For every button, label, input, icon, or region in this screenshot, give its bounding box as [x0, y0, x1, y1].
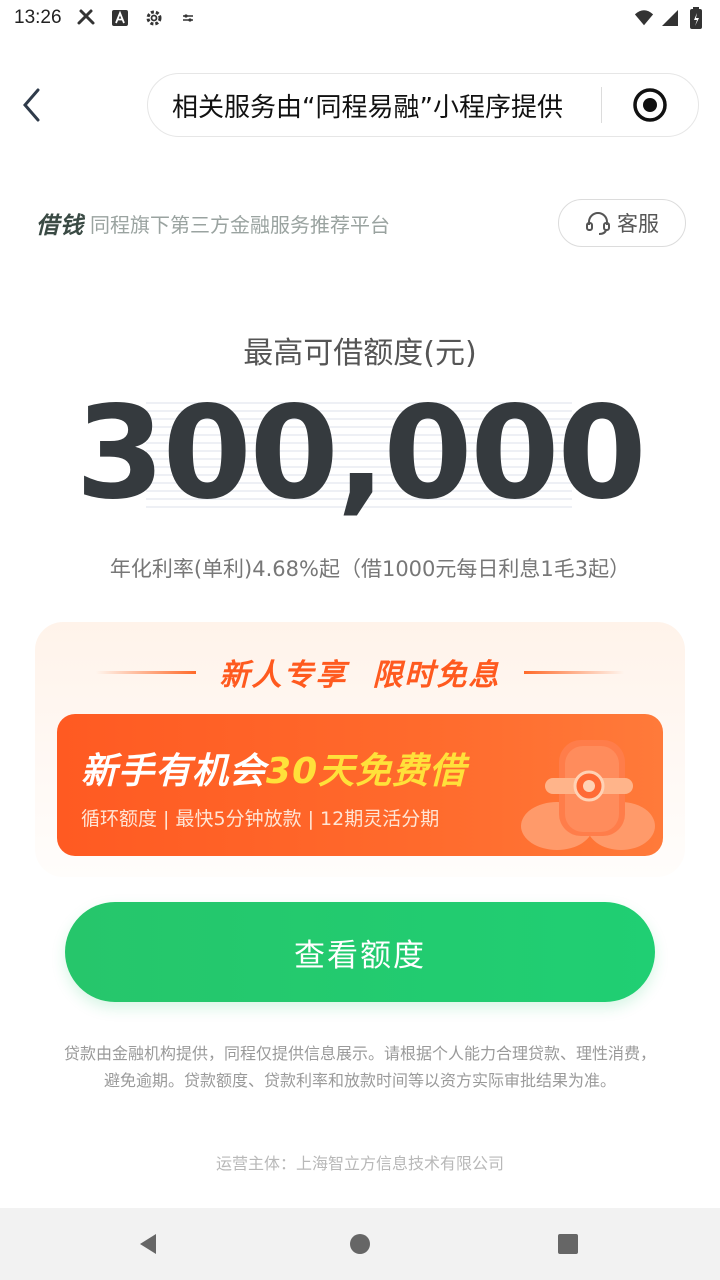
customer-service-button[interactable]: 客服	[558, 199, 686, 247]
wifi-icon	[634, 8, 654, 28]
status-bar: 13:26	[0, 0, 720, 36]
brand-logo: 借钱	[36, 213, 84, 239]
circle-home-icon	[350, 1234, 370, 1254]
disclaimer-text: 贷款由金融机构提供，同程仅提供信息展示。请根据个人能力合理贷款、理性消费，避免逾…	[63, 1044, 656, 1090]
tools-icon	[76, 8, 96, 28]
limit-amount: 300,000	[75, 379, 647, 528]
nav-back-button[interactable]	[108, 1208, 188, 1280]
top-bar: 相关服务由“同程易融”小程序提供	[0, 70, 720, 140]
a-icon	[110, 8, 130, 28]
target-icon	[633, 88, 667, 122]
signal-icon	[660, 8, 680, 28]
nav-recents-button[interactable]	[528, 1208, 608, 1280]
operator-text: 运营主体：上海智立方信息技术有限公司	[215, 1154, 504, 1173]
status-time: 13:26	[14, 7, 62, 28]
limit-title: 最高可借额度(元)	[243, 336, 477, 371]
nav-home-button[interactable]	[320, 1208, 400, 1280]
brand-row: 借钱 同程旗下第三方金融服务推荐平台 客服	[36, 198, 686, 248]
banner-main-highlight: 30天免费借	[266, 751, 467, 792]
piggy-bank-hands-icon	[521, 740, 655, 850]
brand-description: 同程旗下第三方金融服务推荐平台	[90, 212, 390, 237]
triangle-back-icon	[140, 1234, 156, 1254]
service-capsule: 相关服务由“同程易融”小程序提供	[147, 73, 699, 137]
promo-heading: 新人专享 限时免息	[35, 650, 685, 694]
close-mini-program-button[interactable]	[602, 73, 698, 137]
gear-icon	[144, 8, 164, 28]
banner-main-text: 新手有机会30天免费借	[81, 742, 466, 794]
system-nav-bar	[0, 1208, 720, 1280]
view-limit-button[interactable]: 查看额度	[65, 902, 655, 1002]
interest-rate-text: 年化利率(单利)4.68%起（借1000元每日利息1毛3起）	[109, 557, 631, 581]
status-icons-right	[634, 7, 706, 29]
promo-heading-text: 新人专享 限时免息	[219, 658, 501, 693]
promo-card: 新人专享 限时免息 新手有机会30天免费借 循环额度 | 最快5分钟放款 | 1…	[35, 622, 685, 877]
status-icons-left	[76, 8, 198, 28]
promo-banner[interactable]: 新手有机会30天免费借 循环额度 | 最快5分钟放款 | 12期灵活分期	[57, 714, 663, 856]
banner-subtext: 循环额度 | 最快5分钟放款 | 12期灵活分期	[81, 808, 440, 830]
headset-icon	[586, 212, 610, 235]
banner-main-prefix: 新手有机会	[81, 751, 267, 792]
promo-divider-left	[95, 670, 196, 674]
promo-divider-right	[524, 670, 625, 674]
chevron-left-icon	[23, 88, 40, 122]
square-recents-icon	[558, 1234, 578, 1254]
signal-small-icon	[178, 8, 198, 28]
customer-service-label: 客服	[617, 212, 659, 236]
capsule-text: 相关服务由“同程易融”小程序提供	[172, 92, 563, 123]
battery-icon	[686, 7, 706, 29]
back-button[interactable]	[12, 80, 52, 130]
